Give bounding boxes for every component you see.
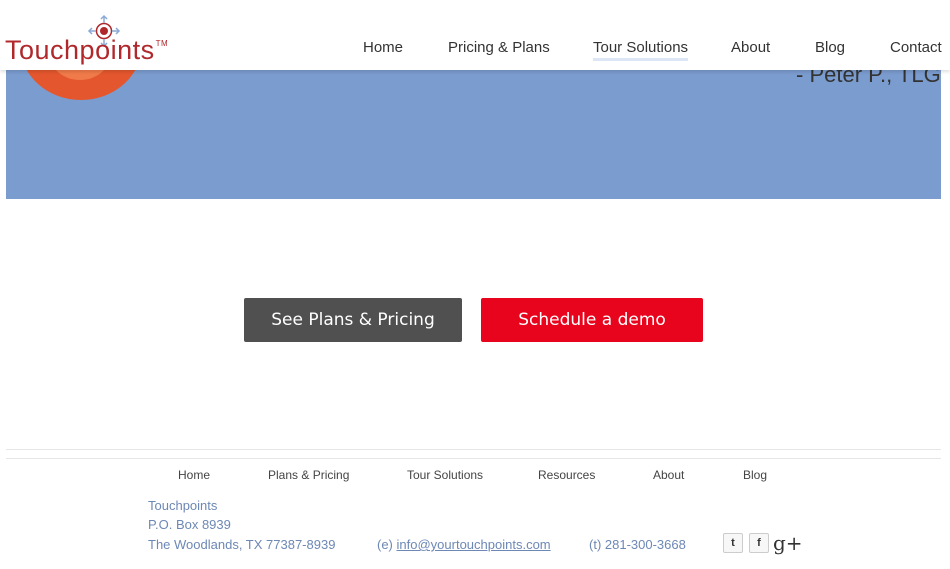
google-plus-icon[interactable]: g+ [773,531,803,555]
footer-email: (e) info@yourtouchpoints.com [377,537,551,552]
footer-nav-home[interactable]: Home [178,468,210,482]
footer-po-box: P.O. Box 8939 [148,517,231,532]
footer-email-link[interactable]: info@yourtouchpoints.com [397,537,551,552]
footer-phone: (t) 281-300-3668 [589,537,686,552]
nav-about[interactable]: About [731,39,770,56]
logo-trademark: TM [155,39,169,48]
nav-tour-solutions[interactable]: Tour Solutions [593,39,689,61]
footer-nav-plans-pricing[interactable]: Plans & Pricing [268,468,349,482]
nav-blog[interactable]: Blog [815,39,845,56]
site-header: TouchpointsTM Home Pricing & Plans Tour … [0,0,950,70]
footer-company-name: Touchpoints [148,498,218,513]
footer-email-prefix: (e) [377,537,393,552]
footer-nav-about[interactable]: About [653,468,684,482]
see-plans-pricing-button[interactable]: See Plans & Pricing [244,298,462,342]
touchpoints-logo[interactable]: TouchpointsTM [5,14,215,66]
footer-divider-top [6,449,941,450]
footer-divider-bottom [6,458,941,459]
footer-nav-resources[interactable]: Resources [538,468,595,482]
testimonial-attribution: - Peter P., TLG [796,70,941,87]
nav-contact[interactable]: Contact [890,39,942,56]
footer-city-address: The Woodlands, TX 77387-8939 [148,537,336,552]
logo-wordmark: TouchpointsTM [5,35,169,65]
testimonial-banner: - Peter P., TLG [6,70,941,199]
footer-nav-blog[interactable]: Blog [743,468,767,482]
facebook-icon[interactable]: f [749,533,769,553]
twitter-icon[interactable]: t [723,533,743,553]
nav-pricing-plans[interactable]: Pricing & Plans [448,39,550,56]
nav-home[interactable]: Home [363,39,403,56]
testimonial-avatar [20,70,142,100]
footer-nav-tour-solutions[interactable]: Tour Solutions [407,468,483,482]
schedule-demo-button[interactable]: Schedule a demo [481,298,703,342]
